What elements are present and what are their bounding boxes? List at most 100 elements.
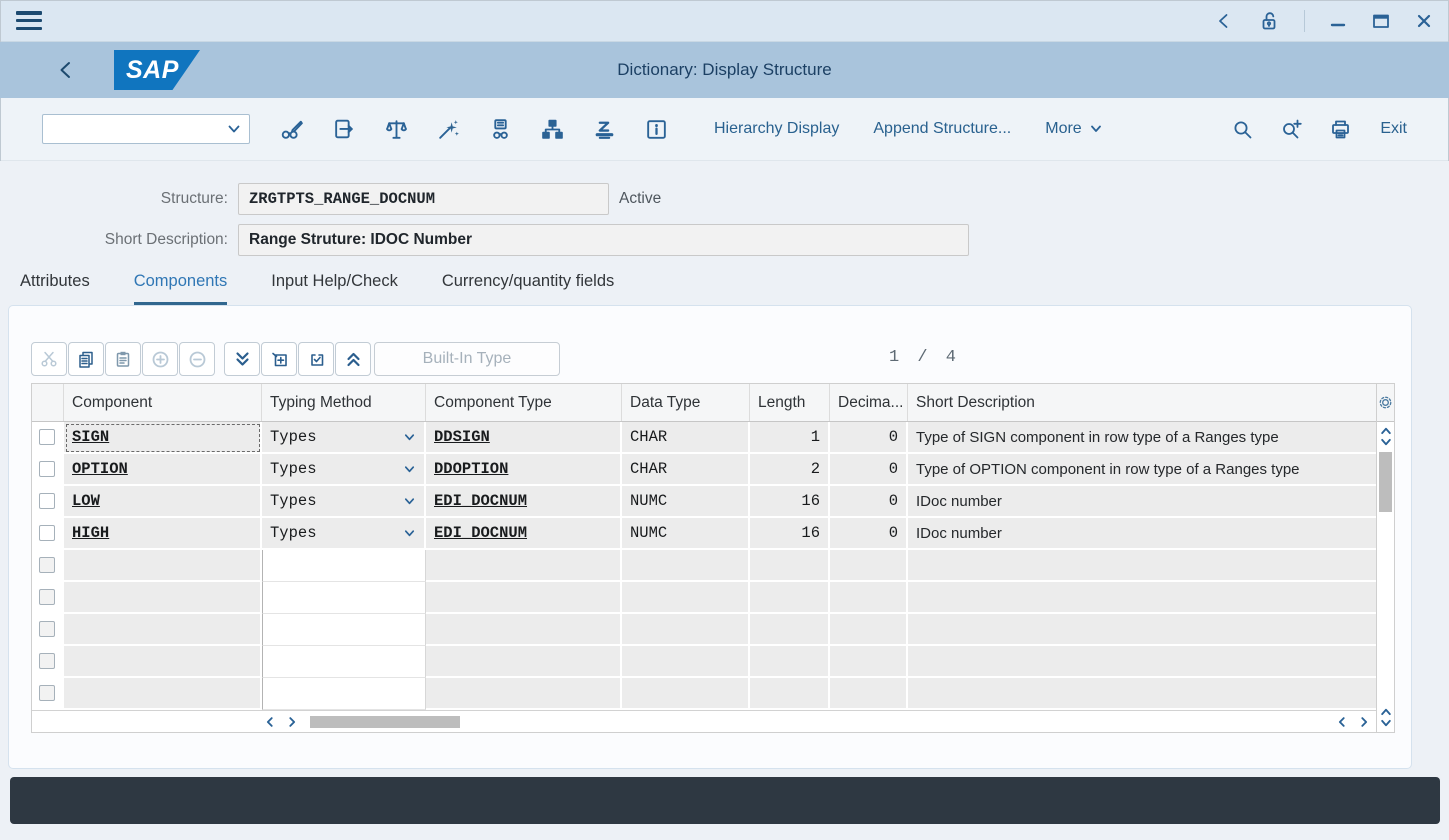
component-type-cell[interactable]: EDI_DOCNUM: [426, 518, 622, 550]
chevron-down-icon[interactable]: [226, 121, 249, 137]
row-checkbox[interactable]: [39, 429, 55, 445]
display-change-icon[interactable]: [280, 117, 305, 142]
print-icon[interactable]: [1329, 118, 1352, 141]
column-header-typing-method[interactable]: Typing Method: [262, 384, 426, 421]
short-description-form-row: Short Description:: [0, 224, 1449, 256]
remove-row-button[interactable]: [179, 342, 215, 376]
table-header-row: Component Typing Method Component Type D…: [32, 384, 1376, 422]
hierarchy-display-button[interactable]: Hierarchy Display: [714, 120, 839, 138]
minimize-icon[interactable]: [1329, 12, 1347, 30]
length-cell: 16: [750, 518, 830, 550]
built-in-type-button[interactable]: Built-In Type: [374, 342, 560, 376]
row-checkbox[interactable]: [39, 557, 55, 573]
command-input[interactable]: [43, 121, 226, 137]
information-icon[interactable]: [644, 117, 669, 142]
sap-logo: SAP: [114, 50, 200, 90]
paste-button[interactable]: [105, 342, 141, 376]
more-button[interactable]: More: [1045, 120, 1102, 138]
horizontal-scrollbar[interactable]: [32, 710, 1376, 732]
hierarchy-icon[interactable]: [540, 117, 565, 142]
expand-all-icon[interactable]: [224, 342, 260, 376]
data-type-cell: NUMC: [622, 518, 750, 550]
append-structure-button[interactable]: Append Structure...: [873, 120, 1011, 138]
row-checkbox[interactable]: [39, 461, 55, 477]
column-header-component[interactable]: Component: [64, 384, 262, 421]
table-empty-row: [32, 646, 1376, 678]
back-icon[interactable]: [56, 59, 76, 81]
typing-method-dropdown[interactable]: Types: [262, 422, 426, 454]
component-type-cell[interactable]: DDOPTION: [426, 454, 622, 486]
scroll-up-icon[interactable]: [1380, 426, 1392, 435]
vscroll-thumb[interactable]: [1379, 452, 1392, 512]
scroll-left-icon[interactable]: [264, 716, 276, 728]
delete-row-button[interactable]: [298, 342, 334, 376]
component-type-cell[interactable]: DDSIGN: [426, 422, 622, 454]
command-field[interactable]: [42, 114, 250, 144]
collapse-all-icon[interactable]: [335, 342, 371, 376]
exit-button[interactable]: Exit: [1380, 120, 1407, 138]
component-cell[interactable]: OPTION: [64, 454, 262, 486]
runtime-object-icon[interactable]: [592, 117, 617, 142]
search-more-icon[interactable]: [1280, 118, 1303, 141]
copy-button[interactable]: [68, 342, 104, 376]
check-icon[interactable]: [384, 117, 409, 142]
column-header-component-type[interactable]: Component Type: [426, 384, 622, 421]
unlock-icon[interactable]: [1258, 10, 1280, 32]
typing-method-dropdown[interactable]: Types: [262, 454, 426, 486]
vertical-scrollbar[interactable]: [1376, 384, 1394, 732]
cut-button[interactable]: [31, 342, 67, 376]
sap-gui-window: SAP Dictionary: Display Structure Hierar…: [0, 0, 1449, 840]
column-header-length[interactable]: Length: [750, 384, 830, 421]
table-settings-gear-icon[interactable]: [1377, 384, 1394, 422]
menu-icon[interactable]: [16, 11, 42, 30]
divider: [1304, 10, 1305, 32]
row-checkbox[interactable]: [39, 525, 55, 541]
row-checkbox[interactable]: [39, 653, 55, 669]
copy-object-icon[interactable]: [332, 117, 357, 142]
tab-components[interactable]: Components: [134, 272, 228, 305]
tab-currency-quantity-fields[interactable]: Currency/quantity fields: [442, 272, 614, 305]
table-row: LOW Types EDI_DOCNUM NUMC 16 0 IDoc numb…: [32, 486, 1376, 518]
scroll-right-icon[interactable]: [1358, 716, 1370, 728]
length-cell: 1: [750, 422, 830, 454]
table-empty-row: [32, 678, 1376, 710]
table-empty-row: [32, 614, 1376, 646]
scroll-left-icon[interactable]: [1336, 716, 1348, 728]
close-icon[interactable]: [1415, 12, 1433, 30]
column-header-decimals[interactable]: Decima...: [830, 384, 908, 421]
row-checkbox[interactable]: [39, 685, 55, 701]
row-checkbox[interactable]: [39, 493, 55, 509]
nav-back-icon[interactable]: [1214, 11, 1234, 31]
maximize-icon[interactable]: [1371, 11, 1391, 31]
typing-method-dropdown[interactable]: Types: [262, 486, 426, 518]
structure-form-row: Structure: Active: [0, 183, 1449, 215]
tab-input-help-check[interactable]: Input Help/Check: [271, 272, 398, 305]
component-cell[interactable]: HIGH: [64, 518, 262, 550]
select-all-header-cell[interactable]: [32, 384, 64, 421]
scroll-down-icon[interactable]: [1380, 438, 1392, 447]
component-cell[interactable]: LOW: [64, 486, 262, 518]
short-description-cell: IDoc number: [908, 486, 1376, 518]
column-header-data-type[interactable]: Data Type: [622, 384, 750, 421]
scroll-right-icon[interactable]: [286, 716, 298, 728]
search-icon[interactable]: [1231, 118, 1254, 141]
column-header-short-description[interactable]: Short Description: [908, 384, 1376, 421]
where-used-list-icon[interactable]: [488, 117, 513, 142]
hscroll-thumb[interactable]: [310, 716, 460, 728]
scroll-up-icon[interactable]: [1380, 707, 1392, 716]
row-checkbox[interactable]: [39, 621, 55, 637]
tab-attributes[interactable]: Attributes: [20, 272, 90, 305]
insert-row-button[interactable]: [261, 342, 297, 376]
row-checkbox[interactable]: [39, 589, 55, 605]
short-description-field[interactable]: [238, 224, 969, 256]
scroll-down-icon[interactable]: [1380, 719, 1392, 728]
component-type-cell[interactable]: EDI_DOCNUM: [426, 486, 622, 518]
status-bar: [10, 777, 1440, 824]
activate-icon[interactable]: [436, 117, 461, 142]
short-description-cell: Type of OPTION component in row type of …: [908, 454, 1376, 486]
component-cell[interactable]: SIGN: [64, 422, 262, 454]
structure-field[interactable]: [238, 183, 609, 215]
typing-method-dropdown[interactable]: Types: [262, 518, 426, 550]
add-row-button[interactable]: [142, 342, 178, 376]
data-type-cell: CHAR: [622, 422, 750, 454]
